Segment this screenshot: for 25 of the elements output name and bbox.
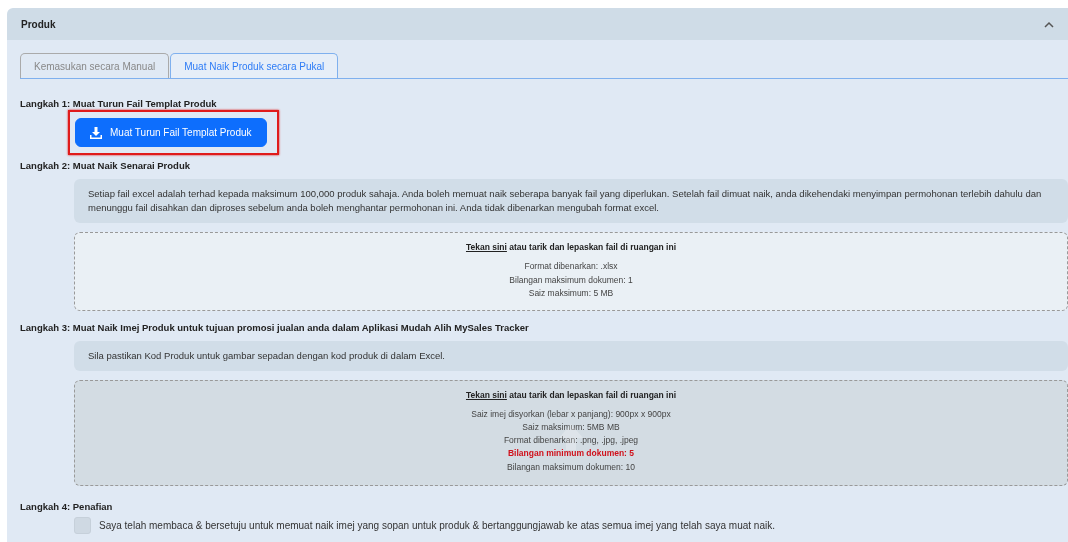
requirement-text: Format dibenarkan: .png, .jpg, .jpeg <box>502 434 640 448</box>
drop-prompt: Tekan sini atau tarik dan lepaskan fail di ruangan ini <box>464 241 678 255</box>
step-title: Langkah 2: Muat Naik Senarai Produk <box>20 159 191 173</box>
requirement-text: Saiz maksimum: 5MB MB <box>521 421 621 435</box>
requirement-text: Bilangan maksimum dokumen: 1 <box>508 273 634 287</box>
download-icon <box>90 126 102 139</box>
drop-zone[interactable]: Tekan sini atau tarik dan lepaskan fail di ruangan ini Format dibenarkan: .xlsx Bilangan maksimum dokumen: 1 Saiz maksimum: 5 MB <box>74 232 1068 312</box>
info-text: Sila pastikan Kod Produk untuk gambar sepadan dengan kod produk di dalam Excel. <box>74 340 1068 371</box>
upload-link[interactable]: Tekan sini <box>465 242 507 253</box>
step-title: Langkah 1: Muat Turun Fail Templat Produk <box>20 97 218 111</box>
checkbox-label: Saya telah membaca & bersetuju untuk memuat naik imej yang sopan untuk produk & bertanggungjawab ke atas semua imej yang telah saya muat naik. <box>99 519 775 533</box>
collapse-icon[interactable] <box>1044 20 1054 28</box>
requirement-text: Saiz maksimum: 5 MB <box>527 286 615 300</box>
requirement-text: Format dibenarkan: .xlsx <box>523 260 619 274</box>
requirement-text: Bilangan maksimum dokumen: 10 <box>505 460 636 474</box>
tab[interactable]: Muat Naik Produk secara Pukal <box>170 53 339 78</box>
step-title: Langkah 4: Penafian <box>20 499 114 514</box>
step-title: Langkah 3: Muat Naik Imej Produk untuk tujuan promosi jualan anda dalam Aplikasi Mudah Alih MySales Tracker <box>20 321 530 335</box>
requirement-text: Saiz imej disyorkan (lebar x panjang): 900px x 900px <box>470 407 672 421</box>
download-button[interactable]: Muat Turun Fail Templat Produk <box>75 118 267 148</box>
warning-text: Bilangan minimum dokumen: 5 <box>506 447 636 461</box>
panel-title: Produk <box>21 17 56 31</box>
info-text: Setiap fail excel adalah terhad kepada maksimum 100,000 produk sahaja. Anda boleh memuat naik seberapa banyak fail yang diperlukan. Setelah fail dimuat naik, anda dikehendaki menyimpan permohonan terlebih dahulu dan menunggu fail disahkan dan diproses sebelum anda boleh menghantar permohonan ini. Anda tidak dibenarkan mengubah format excel. <box>74 178 1068 224</box>
drop-prompt: Tekan sini atau tarik dan lepaskan fail di ruangan ini <box>464 388 678 402</box>
checkbox[interactable] <box>74 517 91 535</box>
